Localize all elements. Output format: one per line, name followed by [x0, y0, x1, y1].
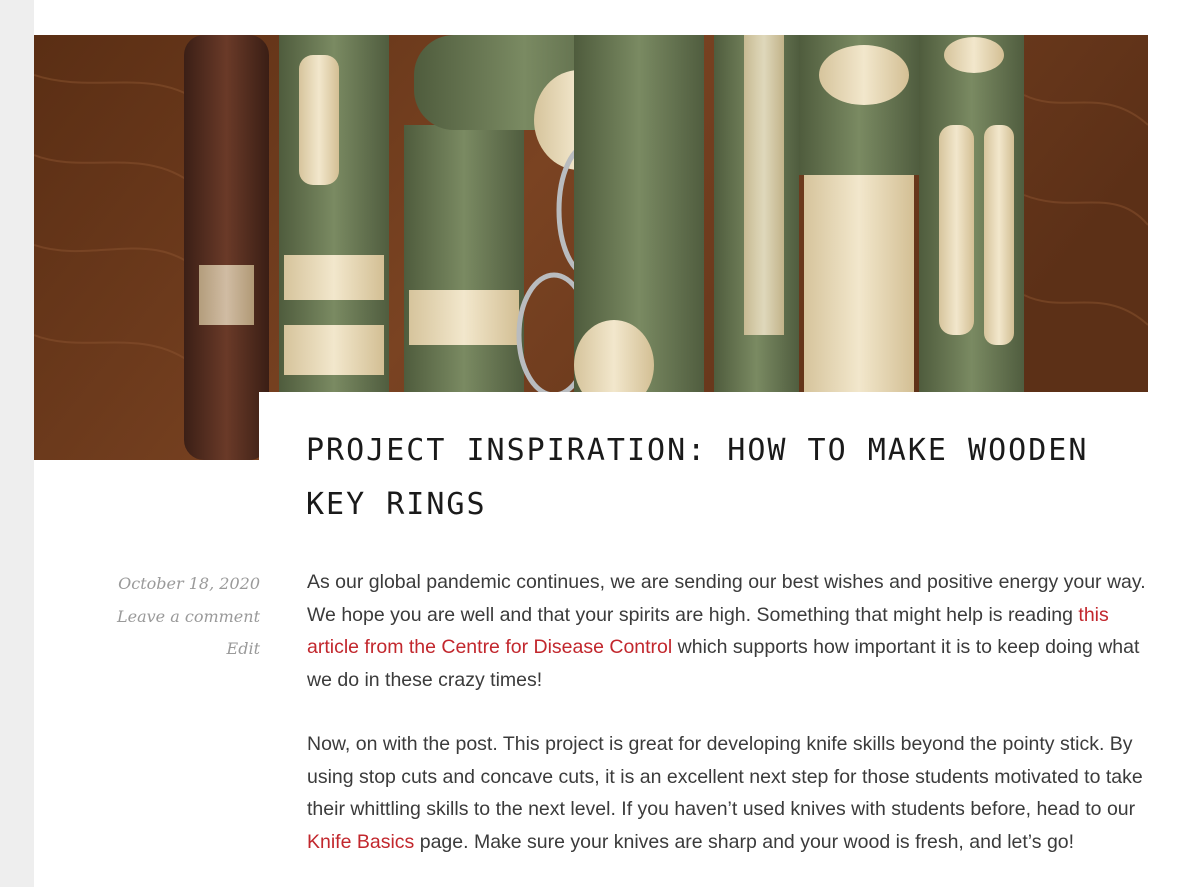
knife-basics-link[interactable]: Knife Basics: [307, 831, 414, 853]
post-meta: October 18, 2020 Leave a comment Edit: [90, 568, 260, 666]
edit-post-link[interactable]: Edit: [90, 633, 260, 666]
paragraph-project-text-after: page. Make sure your knives are sharp an…: [414, 830, 1075, 853]
page-left-gutter: [0, 0, 34, 887]
paragraph-project: Now, on with the post. This project is g…: [307, 728, 1153, 858]
leave-comment-link[interactable]: Leave a comment: [90, 601, 260, 634]
paragraph-intro: As our global pandemic continues, we are…: [307, 566, 1153, 696]
post-title: Project Inspiration: How to make wooden …: [306, 433, 1089, 522]
post-date-link[interactable]: October 18, 2020: [90, 568, 260, 601]
paragraph-intro-text-before: As our global pandemic continues, we are…: [307, 571, 1146, 626]
post-body: As our global pandemic continues, we are…: [307, 566, 1153, 887]
paragraph-project-text-before: Now, on with the post. This project is g…: [307, 733, 1143, 820]
